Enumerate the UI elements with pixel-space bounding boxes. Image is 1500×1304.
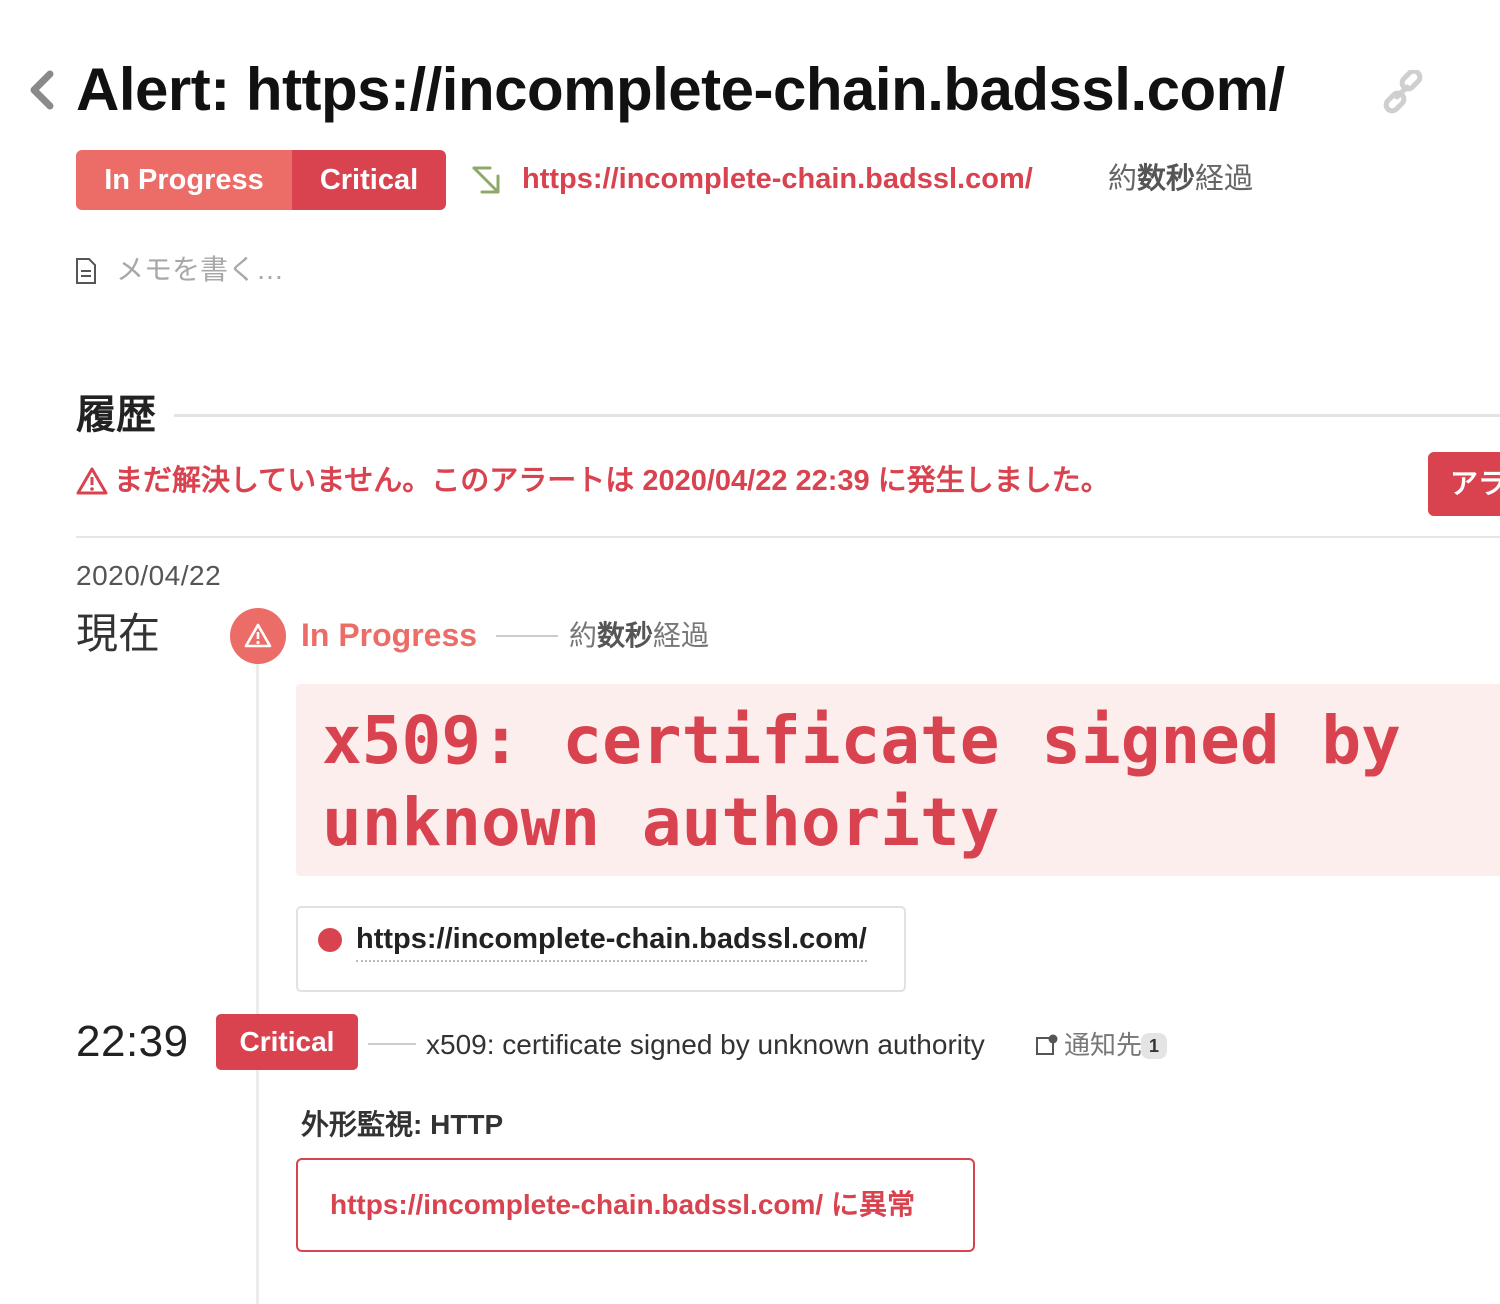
warning-icon [76, 467, 108, 495]
monitor-link-card[interactable]: https://incomplete-chain.badssl.com/ に異常 [296, 1158, 975, 1252]
history-heading: 履歴 [76, 393, 156, 437]
alert-message: x509: certificate signed by unknown auth… [322, 702, 1401, 861]
status-pill-in-progress[interactable]: In Progress [76, 150, 292, 210]
state-badge [230, 608, 286, 664]
monitor-link[interactable]: https://incomplete-chain.badssl.com/ に異常 [330, 1184, 915, 1226]
elapsed-time: 約数秒経過 [1108, 163, 1254, 195]
current-label: 現在 [76, 610, 161, 657]
timeline-line [256, 664, 259, 1304]
event-message: x509: certificate signed by unknown auth… [426, 1029, 985, 1060]
notify-count-badge: 1 [1141, 1033, 1167, 1059]
divider [76, 536, 1500, 538]
monitor-type: 外形監視: HTTP [301, 1109, 504, 1140]
event-connector [368, 1043, 416, 1045]
notify-icon [1036, 1034, 1058, 1055]
warning-icon [244, 623, 272, 648]
history-date: 2020/04/22 [76, 560, 222, 591]
event-time: 22:39 [76, 1017, 189, 1066]
state-connector [496, 635, 558, 637]
alert-message-box: x509: certificate signed by unknown auth… [296, 684, 1500, 876]
unresolved-notice: まだ解決していません。このアラートは 2020/04/22 22:39 に発生し… [114, 465, 1110, 497]
page-title: Alert: https://incomplete-chain.badssl.c… [76, 56, 1285, 123]
memo-icon [76, 258, 96, 284]
history-rule [174, 414, 1500, 417]
back-chevron-icon[interactable] [24, 68, 58, 112]
memo-input[interactable]: メモを書く… [116, 250, 284, 290]
severity-pill-critical[interactable]: Critical [292, 150, 446, 210]
host-status-dot [318, 928, 342, 952]
status-group: In Progress Critical [76, 150, 446, 210]
state-elapsed: 約数秒経過 [569, 620, 710, 651]
monitor-url-link[interactable]: https://incomplete-chain.badssl.com/ [522, 156, 1033, 202]
state-label: In Progress [301, 617, 478, 653]
notify-label[interactable]: 通知先 [1064, 1024, 1142, 1066]
event-severity-pill: Critical [216, 1014, 358, 1070]
host-link[interactable]: https://incomplete-chain.badssl.com/ [356, 918, 867, 962]
alert-action-button[interactable]: アラ [1428, 452, 1500, 516]
monitor-arrow-icon [472, 166, 500, 194]
link-icon[interactable] [1380, 70, 1426, 114]
